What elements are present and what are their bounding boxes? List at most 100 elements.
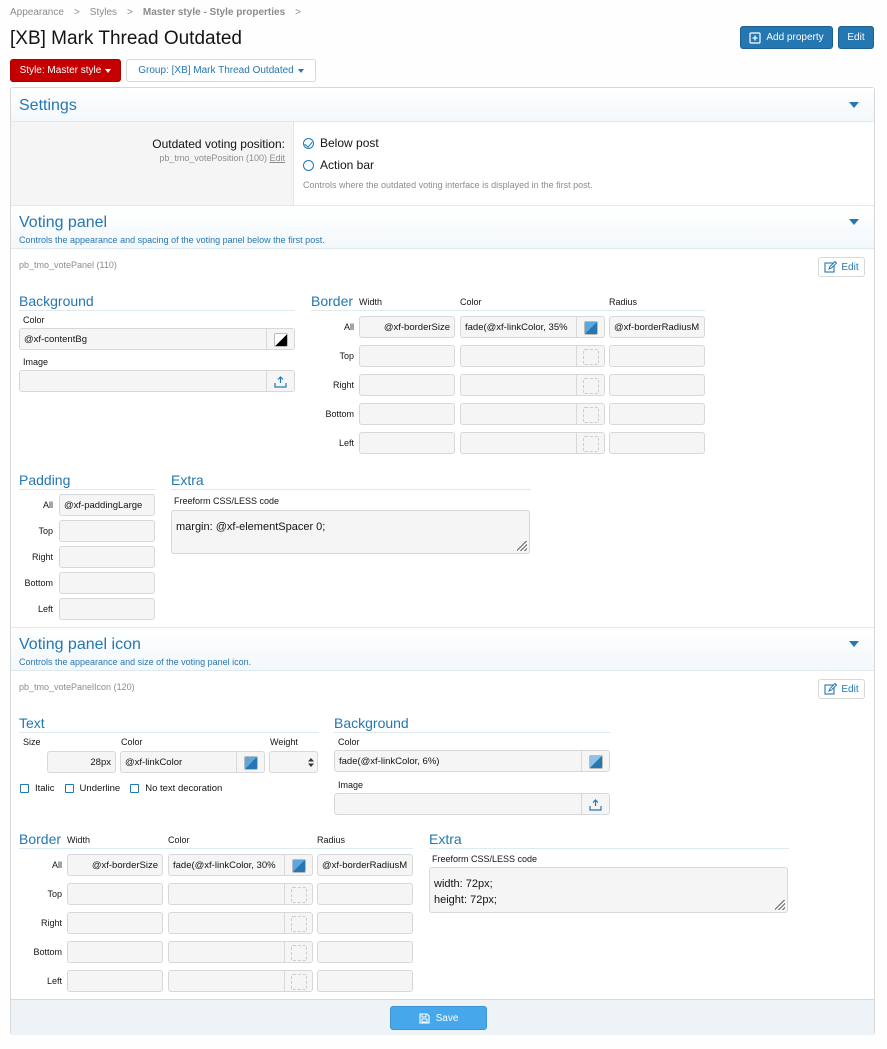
vp-border-radius-input[interactable]: @xf-borderRadiusM [609, 316, 705, 338]
vp-border-radius-input[interactable] [609, 345, 705, 367]
vi-border-radius-input[interactable] [317, 883, 413, 905]
vp-border-width-input[interactable] [359, 374, 455, 396]
vp-padding-row-label: Bottom [24, 578, 53, 588]
vi-bg-image-input[interactable] [334, 793, 610, 815]
upload-icon[interactable] [589, 799, 602, 811]
vp-border-row-label: All [343, 322, 354, 332]
vp-border-width-input[interactable] [359, 345, 455, 367]
color-swatch-icon[interactable] [290, 945, 307, 961]
group-filter-button[interactable]: Group: [XB] Mark Thread Outdated [126, 59, 316, 82]
vp-bg-color-input[interactable]: @xf-contentBg [19, 328, 295, 350]
color-swatch-icon[interactable] [291, 859, 306, 873]
voting-icon-edit-button[interactable]: Edit [818, 679, 865, 699]
color-swatch-icon[interactable] [290, 887, 307, 903]
vp-border-radius-input[interactable] [609, 403, 705, 425]
vi-border-width-input[interactable] [67, 941, 163, 963]
vi-border-color-input[interactable] [168, 941, 313, 963]
collapse-toggle-icon[interactable] [849, 219, 859, 225]
color-swatch-icon[interactable] [290, 916, 307, 932]
color-swatch-icon[interactable] [243, 756, 258, 770]
vp-border-width-input[interactable]: @xf-borderSize [359, 316, 455, 338]
vi-border-color-input[interactable]: fade(@xf-linkColor, 30% [168, 854, 313, 876]
color-swatch-icon[interactable] [582, 378, 599, 394]
properties-block: Settings Outdated voting position: pb_tm… [10, 87, 875, 1035]
vi-size-input[interactable]: 28px [47, 751, 116, 773]
vp-border-col-width: Width [359, 297, 383, 307]
vp-padding-input[interactable]: @xf-paddingLarge [59, 494, 155, 516]
color-swatch-icon[interactable] [588, 755, 603, 769]
resize-grip-icon[interactable] [517, 541, 527, 551]
vp-padding-input[interactable] [59, 598, 155, 620]
settings-header[interactable]: Settings [11, 88, 874, 122]
color-swatch-icon[interactable] [582, 349, 599, 365]
vi-color-input[interactable]: @xf-linkColor [120, 751, 265, 773]
vi-border-col-radius: Radius [317, 835, 346, 845]
color-swatch-icon[interactable] [583, 321, 598, 335]
vi-no-decoration-checkbox[interactable]: No text decoration [130, 783, 222, 794]
vp-bg-image-input[interactable] [19, 370, 295, 392]
form-footer: Save [11, 999, 874, 1035]
vp-padding-row-label: Left [37, 604, 53, 614]
radio-check-icon [303, 137, 314, 149]
vp-border-width-input[interactable] [359, 432, 455, 454]
radio-below-post[interactable]: Below post [303, 136, 379, 150]
vi-border-color-input[interactable] [168, 970, 313, 992]
voting-panel-key: pb_tmo_votePanel (110) [19, 260, 117, 270]
vi-border-color-input[interactable] [168, 912, 313, 934]
vi-background-title: Background [334, 715, 409, 731]
vi-border-width-input[interactable]: @xf-borderSize [67, 854, 163, 876]
vi-border-radius-input[interactable]: @xf-borderRadiusM [317, 854, 413, 876]
vp-border-color-input[interactable] [460, 403, 605, 425]
vp-padding-input[interactable] [59, 546, 155, 568]
vi-bg-color-input[interactable]: fade(@xf-linkColor, 6%) [334, 750, 610, 772]
edit-button[interactable]: Edit [838, 26, 874, 49]
resize-grip-icon[interactable] [775, 900, 785, 910]
vp-padding-input[interactable] [59, 572, 155, 594]
vi-border-width-input[interactable] [67, 970, 163, 992]
radio-action-bar[interactable]: Action bar [303, 158, 374, 172]
voting-panel-title: Voting panel [19, 214, 108, 231]
vi-border-width-input[interactable] [67, 912, 163, 934]
color-swatch-icon[interactable] [582, 436, 599, 452]
breadcrumb-style-properties[interactable]: Master style - Style properties [143, 7, 285, 18]
vi-italic-checkbox[interactable]: Italic [20, 783, 55, 794]
voting-icon-header[interactable]: Voting panel icon Controls the appearanc… [11, 627, 874, 671]
vi-border-col-width: Width [67, 835, 91, 845]
save-button[interactable]: Save [390, 1006, 487, 1030]
position-key: pb_tmo_votePosition (100) Edit [159, 153, 285, 163]
color-swatch-icon[interactable] [273, 333, 288, 347]
vi-extra-label: Freeform CSS/LESS code [432, 854, 538, 864]
collapse-toggle-icon[interactable] [849, 102, 859, 108]
vi-weight-select[interactable] [269, 751, 318, 773]
vp-padding-input[interactable] [59, 520, 155, 542]
vi-extra-textarea[interactable]: width: 72px; height: 72px; [429, 867, 788, 913]
vp-border-color-input[interactable]: fade(@xf-linkColor, 35% [460, 316, 605, 338]
vp-border-color-input[interactable] [460, 432, 605, 454]
vi-border-radius-input[interactable] [317, 941, 413, 963]
vp-border-row-label: Top [339, 351, 354, 361]
vi-border-width-input[interactable] [67, 883, 163, 905]
voting-panel-header[interactable]: Voting panel Controls the appearance and… [11, 205, 874, 249]
checkbox-icon [20, 784, 29, 793]
breadcrumb-styles[interactable]: Styles [90, 7, 117, 18]
vi-border-radius-input[interactable] [317, 912, 413, 934]
add-property-button[interactable]: Add property [740, 26, 833, 49]
position-edit-link[interactable]: Edit [269, 153, 285, 163]
vp-extra-textarea[interactable]: margin: @xf-elementSpacer 0; [171, 510, 530, 554]
vp-border-radius-input[interactable] [609, 432, 705, 454]
voting-panel-edit-button[interactable]: Edit [818, 257, 865, 277]
vi-border-color-input[interactable] [168, 883, 313, 905]
collapse-toggle-icon[interactable] [849, 641, 859, 647]
vi-border-radius-input[interactable] [317, 970, 413, 992]
upload-icon[interactable] [274, 376, 287, 388]
breadcrumb-appearance[interactable]: Appearance [10, 7, 64, 18]
color-swatch-icon[interactable] [290, 974, 307, 990]
vp-border-radius-input[interactable] [609, 374, 705, 396]
vp-border-color-input[interactable] [460, 345, 605, 367]
vp-border-color-input[interactable] [460, 374, 605, 396]
color-swatch-icon[interactable] [582, 407, 599, 423]
vp-border-width-input[interactable] [359, 403, 455, 425]
vi-underline-checkbox[interactable]: Underline [64, 783, 120, 794]
edit-label: Edit [847, 32, 865, 43]
style-filter-button[interactable]: Style: Master style [10, 59, 121, 82]
